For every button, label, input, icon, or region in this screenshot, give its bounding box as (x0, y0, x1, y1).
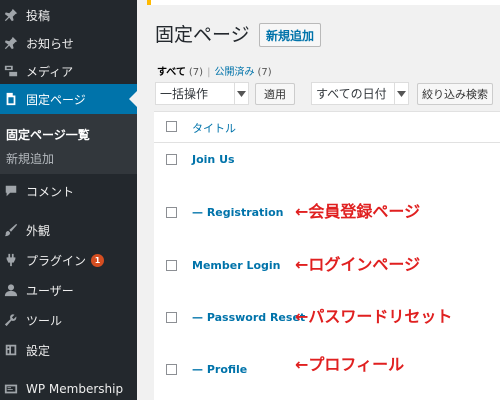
sidebar-item-label: WP Membership (26, 382, 124, 396)
wrench-icon (4, 313, 18, 327)
sidebar-item-posts[interactable]: 投稿 (0, 0, 137, 30)
row-checkbox[interactable] (166, 207, 177, 218)
user-icon (4, 283, 18, 297)
add-new-page-button[interactable]: 新規追加 (259, 23, 322, 47)
sidebar-item-wp-membership[interactable]: WP Membership (0, 374, 137, 400)
status-filter-links: すべて (7) | 公開済み (7) (157, 63, 272, 78)
table-row: Join Us (154, 150, 500, 180)
brush-icon (4, 223, 18, 237)
page-title: 固定ページ (155, 24, 250, 46)
pages-icon (4, 92, 18, 106)
table-row: — Password Reset ←パスワードリセット (154, 307, 500, 338)
sidebar-item-media[interactable]: メディア (0, 56, 137, 86)
sidebar-item-label: プラグイン (26, 253, 87, 268)
page-title-link[interactable]: — Registration (192, 206, 283, 219)
sidebar-item-settings[interactable]: 設定 (0, 335, 137, 365)
pin-icon (4, 8, 18, 22)
apply-button[interactable]: 適用 (255, 83, 295, 105)
row-checkbox[interactable] (166, 364, 177, 375)
filter-all-count: (7) (188, 67, 204, 78)
pages-submenu: 固定ページ一覧 新規追加 (0, 114, 137, 174)
bulk-action-select[interactable]: 一括操作 (155, 82, 249, 105)
admin-sidebar: 投稿 お知らせ メディア 固定ページ 固定ページ一覧 新規追加 コメント 外観 … (0, 0, 137, 400)
annotation-label: ←プロフィール (295, 355, 405, 374)
update-count-badge: 1 (91, 253, 105, 267)
annotation-label: ←パスワードリセット (295, 307, 453, 326)
page-title-link[interactable]: Member Login (192, 259, 281, 272)
page-title-link[interactable]: — Profile (192, 363, 247, 376)
date-filter-select[interactable]: すべての日付 (311, 82, 409, 105)
page-title-link[interactable]: Join Us (192, 153, 235, 166)
main-content: 固定ページ 新規追加 すべて (7) | 公開済み (7) 一括操作 適用 すべての日付… (137, 0, 500, 400)
table-row: Member Login ←ログインページ (154, 255, 500, 286)
submenu-all-pages[interactable]: 固定ページ一覧 (6, 126, 90, 143)
sidebar-item-label: お知らせ (26, 36, 74, 51)
plugin-icon (4, 253, 18, 267)
admin-notice (147, 0, 500, 5)
annotation-label: ←会員登録ページ (295, 202, 421, 221)
select-all-checkbox[interactable] (166, 121, 177, 132)
page-title-link[interactable]: — Password Reset (192, 311, 305, 324)
chevron-down-icon (234, 83, 248, 104)
row-checkbox[interactable] (166, 260, 177, 271)
sidebar-item-news[interactable]: お知らせ (0, 28, 137, 58)
filter-separator: | (207, 67, 211, 78)
membership-icon (4, 382, 18, 396)
bulk-action-value: 一括操作 (160, 87, 209, 101)
sidebar-item-label: 投稿 (26, 8, 51, 23)
table-header: タイトル (154, 112, 500, 142)
sidebar-item-label: 固定ページ (26, 92, 86, 107)
chevron-down-icon (394, 83, 408, 104)
sidebar-item-plugins[interactable]: プラグイン 1 (0, 245, 137, 275)
submenu-add-new[interactable]: 新規追加 (6, 150, 54, 167)
media-icon (4, 64, 18, 78)
row-checkbox[interactable] (166, 154, 177, 165)
sidebar-item-label: 外観 (26, 223, 51, 238)
filter-published-count: (7) (257, 67, 272, 78)
header-divider (154, 142, 500, 143)
table-row: — Registration ←会員登録ページ (154, 202, 500, 233)
filter-published-link[interactable]: 公開済み (214, 67, 254, 78)
sidebar-item-tools[interactable]: ツール (0, 305, 137, 335)
table-row: — Profile ←プロフィール (154, 355, 500, 390)
annotation-label: ←ログインページ (295, 255, 421, 274)
sidebar-item-pages[interactable]: 固定ページ (0, 84, 137, 114)
date-filter-value: すべての日付 (316, 87, 387, 101)
sidebar-item-label: コメント (26, 184, 75, 199)
filter-all-link[interactable]: すべて (157, 67, 186, 78)
filter-search-button[interactable]: 絞り込み検索 (417, 83, 493, 105)
sidebar-item-label: 設定 (26, 343, 51, 358)
sidebar-item-appearance[interactable]: 外観 (0, 215, 137, 245)
pin-icon (4, 36, 18, 50)
sidebar-item-users[interactable]: ユーザー (0, 275, 137, 305)
comment-icon (4, 184, 18, 198)
row-checkbox[interactable] (166, 312, 177, 323)
sidebar-item-label: ツール (26, 313, 63, 328)
sidebar-item-label: メディア (26, 64, 74, 79)
pages-table: タイトル Join Us — Registration ←会員登録ページ Mem… (154, 111, 500, 400)
sidebar-item-label: ユーザー (26, 283, 74, 298)
column-title-header[interactable]: タイトル (192, 120, 236, 136)
sidebar-item-comments[interactable]: コメント (0, 176, 137, 206)
settings-icon (4, 343, 18, 357)
